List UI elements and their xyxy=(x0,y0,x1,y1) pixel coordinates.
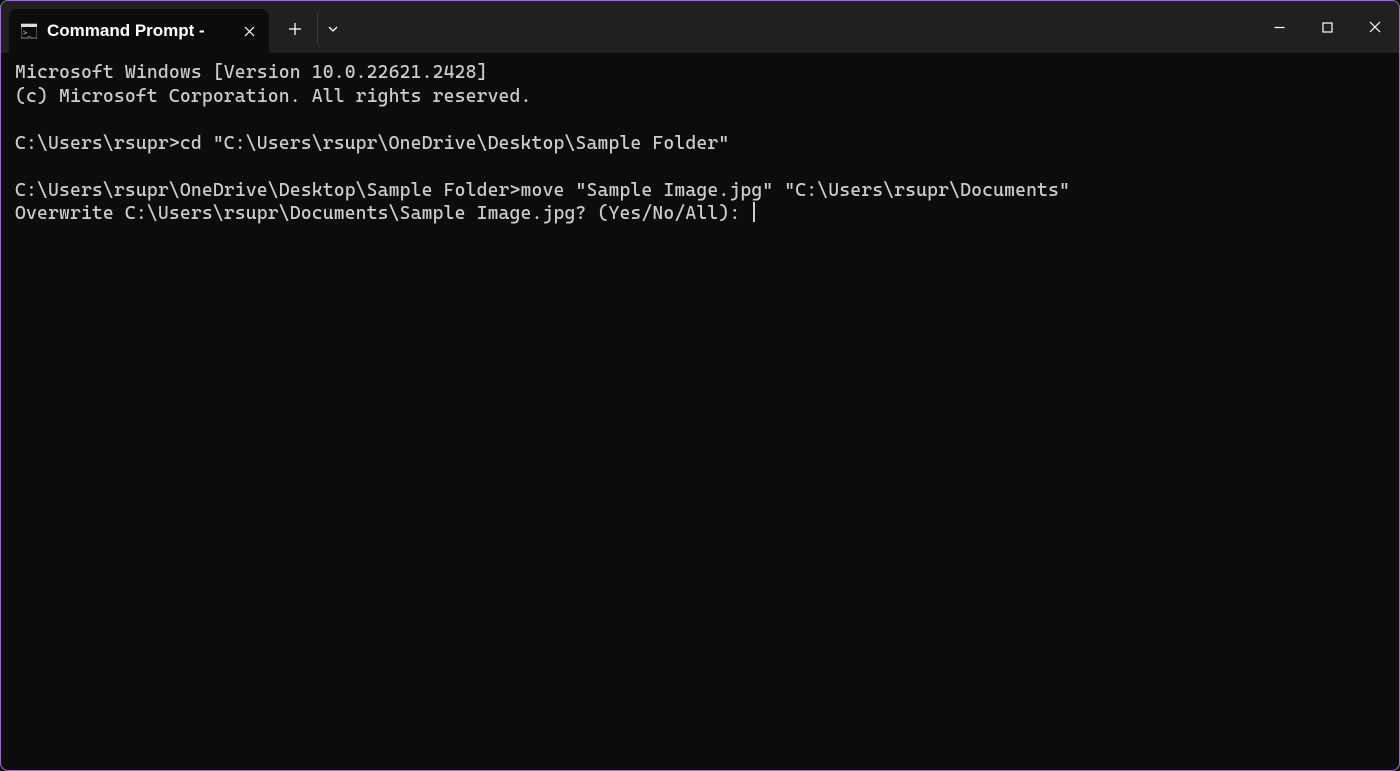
terminal-line: C:\Users\rsupr>cd "C:\Users\rsupr\OneDri… xyxy=(15,133,729,154)
terminal-line: (c) Microsoft Corporation. All rights re… xyxy=(15,86,532,107)
close-button[interactable] xyxy=(1351,1,1399,53)
cursor xyxy=(753,202,755,222)
tab-title: Command Prompt - xyxy=(47,21,229,41)
tab-strip: >_ Command Prompt - xyxy=(1,1,269,53)
svg-text:>_: >_ xyxy=(23,29,32,37)
tab-dropdown-button[interactable] xyxy=(317,11,347,47)
maximize-button[interactable] xyxy=(1303,1,1351,53)
command-prompt-icon: >_ xyxy=(21,23,37,39)
tab-close-button[interactable] xyxy=(239,21,259,41)
new-tab-button[interactable] xyxy=(277,11,313,47)
tab-command-prompt[interactable]: >_ Command Prompt - xyxy=(9,9,269,53)
terminal-line: C:\Users\rsupr\OneDrive\Desktop\Sample F… xyxy=(15,180,1070,201)
title-bar: >_ Command Prompt - xyxy=(1,1,1399,53)
terminal-line: Overwrite C:\Users\rsupr\Documents\Sampl… xyxy=(15,203,751,224)
minimize-button[interactable] xyxy=(1255,1,1303,53)
terminal-content[interactable]: Microsoft Windows [Version 10.0.22621.24… xyxy=(1,53,1399,234)
terminal-line: Microsoft Windows [Version 10.0.22621.24… xyxy=(15,62,488,83)
window-controls xyxy=(1255,1,1399,53)
